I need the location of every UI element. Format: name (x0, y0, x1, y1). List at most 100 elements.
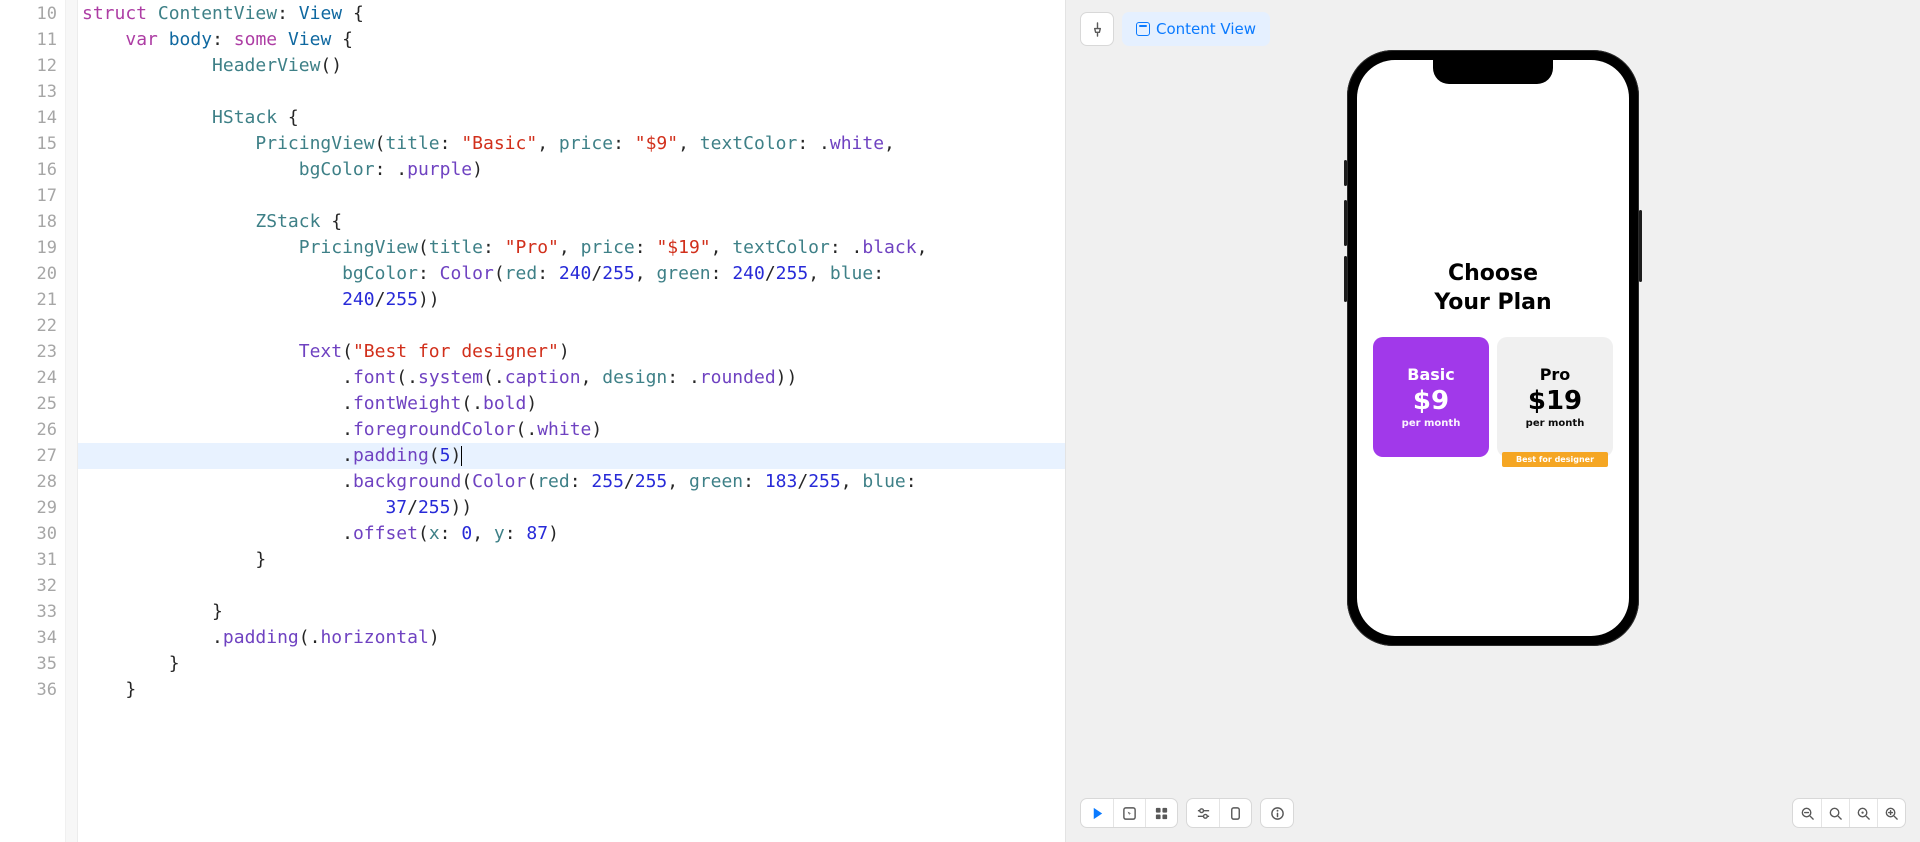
info-icon (1270, 806, 1285, 821)
device-settings-segment (1186, 798, 1252, 828)
header-line-1: Choose (1448, 261, 1538, 286)
live-preview-button[interactable] (1081, 799, 1113, 827)
phone-notch (1433, 60, 1553, 84)
code-line[interactable] (78, 183, 1065, 209)
plan-card-basic[interactable]: Basic $9 per month (1373, 337, 1489, 457)
code-line[interactable]: .offset(x: 0, y: 87) (78, 521, 1065, 547)
code-line[interactable]: .background(Color(red: 255/255, green: 1… (78, 469, 1065, 495)
canvas-top-toolbar: Content View (1080, 12, 1270, 46)
plans-row: Basic $9 per month Pro $19 per month Bes… (1357, 337, 1629, 457)
line-number: 30 (0, 521, 57, 547)
line-number: 27 (0, 443, 57, 469)
code-line[interactable]: HStack { (78, 105, 1065, 131)
code-area[interactable]: struct ContentView: View { var body: som… (78, 0, 1065, 842)
line-number: 19 (0, 235, 57, 261)
preview-file-icon (1136, 22, 1150, 36)
preview-mode-segment (1080, 798, 1178, 828)
line-number-gutter: 1011121314151617181920212223242526272829… (0, 0, 66, 842)
line-number: 18 (0, 209, 57, 235)
zoom-in-icon (1884, 806, 1899, 821)
code-line[interactable]: .fontWeight(.bold) (78, 391, 1065, 417)
line-number: 34 (0, 625, 57, 651)
line-number: 36 (0, 677, 57, 703)
code-line[interactable]: 240/255)) (78, 287, 1065, 313)
iphone-frame: Choose Your Plan Basic $9 per month Pro … (1347, 50, 1639, 646)
code-line[interactable] (78, 79, 1065, 105)
app-content: Choose Your Plan Basic $9 per month Pro … (1357, 60, 1629, 636)
zoom-100-icon (1828, 806, 1843, 821)
code-line[interactable]: .padding(.horizontal) (78, 625, 1065, 651)
phone-screen[interactable]: Choose Your Plan Basic $9 per month Pro … (1357, 60, 1629, 636)
preview-canvas: Content View Choose Your Plan Basic (1066, 0, 1920, 842)
preview-orientation-button[interactable] (1219, 799, 1251, 827)
line-number: 23 (0, 339, 57, 365)
code-line[interactable]: .foregroundColor(.white) (78, 417, 1065, 443)
code-line[interactable]: ZStack { (78, 209, 1065, 235)
line-number: 16 (0, 157, 57, 183)
code-line[interactable]: var body: some View { (78, 27, 1065, 53)
code-line[interactable] (78, 573, 1065, 599)
code-line[interactable]: struct ContentView: View { (78, 1, 1065, 27)
canvas-info-button[interactable] (1261, 799, 1293, 827)
selectable-preview-button[interactable] (1113, 799, 1145, 827)
line-number: 10 (0, 1, 57, 27)
plan-pro-title: Pro (1540, 365, 1571, 384)
zoom-out-button[interactable] (1793, 799, 1821, 827)
code-line[interactable]: .font(.system(.caption, design: .rounded… (78, 365, 1065, 391)
preview-selector-chip[interactable]: Content View (1122, 12, 1270, 46)
line-number: 13 (0, 79, 57, 105)
line-number: 29 (0, 495, 57, 521)
code-line[interactable]: HeaderView() (78, 53, 1065, 79)
plan-pro-badge: Best for designer (1502, 452, 1608, 467)
line-number: 33 (0, 599, 57, 625)
code-line[interactable]: .padding(5) (78, 443, 1065, 469)
phone-volume-down (1344, 256, 1347, 302)
zoom-fit-icon (1856, 806, 1871, 821)
plan-basic-price: $9 (1413, 386, 1449, 416)
plan-pro-price: $19 (1528, 386, 1582, 416)
plan-card-pro[interactable]: Pro $19 per month Best for designer (1497, 337, 1613, 457)
pin-preview-button[interactable] (1080, 12, 1114, 46)
line-number: 20 (0, 261, 57, 287)
plan-pro-sub: per month (1526, 418, 1585, 429)
code-line[interactable]: } (78, 651, 1065, 677)
code-line[interactable] (78, 313, 1065, 339)
zoom-fit-button[interactable] (1849, 799, 1877, 827)
code-editor[interactable]: 1011121314151617181920212223242526272829… (0, 0, 1066, 842)
sliders-icon (1196, 806, 1211, 821)
device-preview-area: Choose Your Plan Basic $9 per month Pro … (1066, 0, 1920, 842)
phone-power-button (1639, 210, 1642, 282)
variants-button[interactable] (1145, 799, 1177, 827)
code-line[interactable]: } (78, 677, 1065, 703)
grid-icon (1154, 806, 1169, 821)
pin-icon (1090, 22, 1105, 37)
phone-volume-up (1344, 200, 1347, 246)
preview-selector-label: Content View (1156, 20, 1256, 38)
zoom-reset-button[interactable] (1821, 799, 1849, 827)
line-number: 14 (0, 105, 57, 131)
code-line[interactable]: } (78, 599, 1065, 625)
phone-mute-switch (1344, 160, 1347, 186)
code-line[interactable]: PricingView(title: "Basic", price: "$9",… (78, 131, 1065, 157)
header-title: Choose Your Plan (1357, 260, 1629, 317)
code-line[interactable]: Text("Best for designer") (78, 339, 1065, 365)
line-number: 28 (0, 469, 57, 495)
code-line[interactable]: PricingView(title: "Pro", price: "$19", … (78, 235, 1065, 261)
zoom-in-button[interactable] (1877, 799, 1905, 827)
text-cursor (461, 446, 462, 466)
device-settings-button[interactable] (1187, 799, 1219, 827)
code-line[interactable]: bgColor: Color(red: 240/255, green: 240/… (78, 261, 1065, 287)
line-number: 21 (0, 287, 57, 313)
line-number: 26 (0, 417, 57, 443)
line-number: 11 (0, 27, 57, 53)
line-number: 32 (0, 573, 57, 599)
plan-basic-title: Basic (1407, 365, 1454, 384)
code-line[interactable]: bgColor: .purple) (78, 157, 1065, 183)
rotate-device-icon (1228, 806, 1243, 821)
cursor-rect-icon (1122, 806, 1137, 821)
code-line[interactable]: 37/255)) (78, 495, 1065, 521)
line-number: 17 (0, 183, 57, 209)
code-line[interactable]: } (78, 547, 1065, 573)
line-number: 12 (0, 53, 57, 79)
line-number: 35 (0, 651, 57, 677)
